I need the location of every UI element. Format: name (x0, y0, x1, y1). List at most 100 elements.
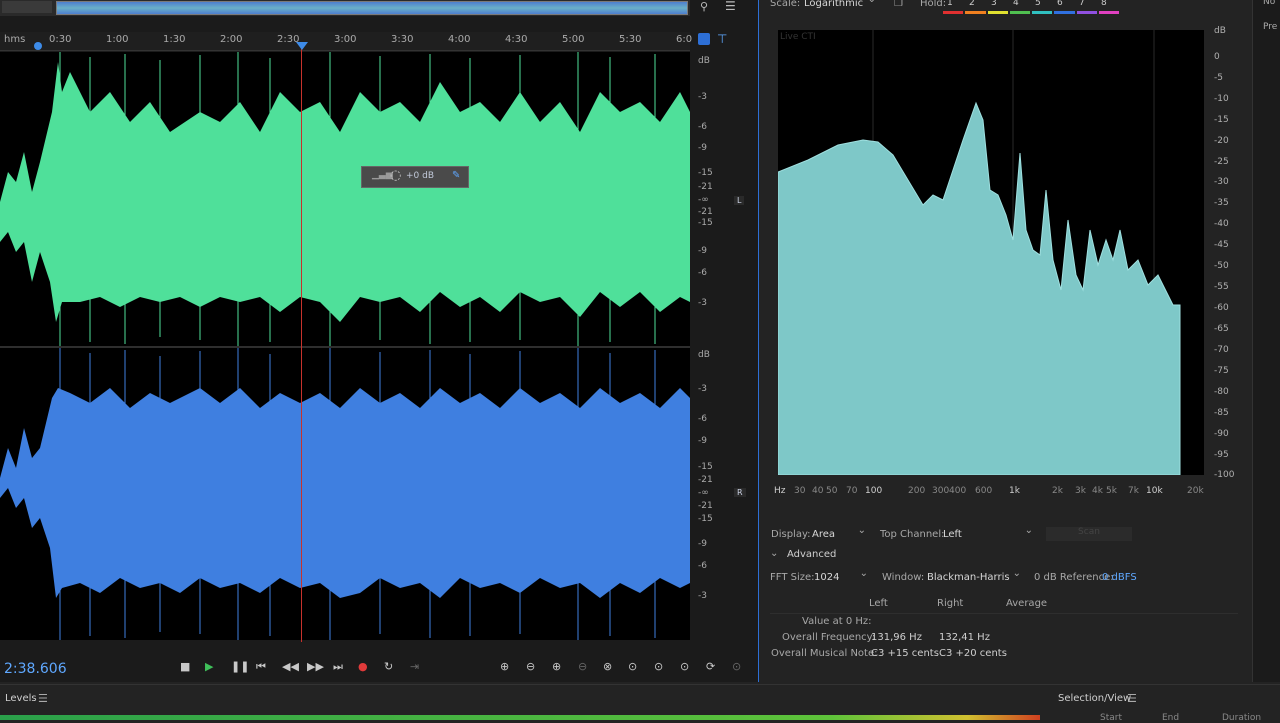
hold-slot-1[interactable]: 1 (947, 0, 953, 8)
pin-icon[interactable]: ⊤ (717, 32, 727, 46)
ruler-tick: 3:30 (391, 34, 414, 45)
zoom-full-icon[interactable]: ⊗ (603, 660, 612, 673)
hold-slot-5[interactable]: 5 (1035, 0, 1041, 8)
overview-left-handle[interactable] (2, 1, 52, 13)
db-unit-label: dB (698, 350, 710, 360)
zoom-reset-icon[interactable]: ⟳ (706, 660, 715, 673)
rewind-icon[interactable]: ◀◀ (282, 660, 299, 673)
zoom-out-point-icon[interactable]: ⊙ (654, 660, 663, 673)
x-tick: 5k (1106, 486, 1117, 496)
y-tick: -95 (1214, 450, 1229, 460)
value-at-zero-label: Value at 0 Hz: (802, 616, 872, 627)
db-tick: -9 (698, 539, 707, 549)
snap-icon[interactable] (698, 33, 710, 45)
fft-size-dropdown[interactable]: 1024 (814, 568, 868, 583)
db-tick: -21 (698, 207, 713, 217)
x-tick: 50 (826, 486, 838, 496)
zoom-out-amplitude-icon[interactable]: ⊖ (526, 660, 535, 673)
db-tick: -15 (698, 168, 713, 178)
display-dropdown[interactable]: Area (812, 525, 866, 540)
ruler-tick: 1:30 (163, 34, 186, 45)
y-tick: -75 (1214, 366, 1229, 376)
playhead-handle[interactable] (296, 42, 308, 50)
ruler-tick: 5:00 (562, 34, 585, 45)
db-reference-value[interactable]: 0 dBFS (1102, 572, 1137, 583)
gain-hud[interactable]: ▁▃▅ ◌ +0 dB ✎ (361, 166, 469, 188)
zoom-in-time-icon[interactable]: ⊕ (552, 660, 561, 673)
hold-slot-2[interactable]: 2 (969, 0, 975, 8)
skip-back-icon[interactable]: ⏮ (256, 660, 266, 674)
playhead-line[interactable] (301, 44, 302, 642)
zoom-in-point-icon[interactable]: ⊙ (628, 660, 637, 673)
selection-view-tab[interactable]: Selection/View (1058, 693, 1131, 704)
hold-slot-6[interactable]: 6 (1057, 0, 1063, 8)
levels-tab[interactable]: Levels (5, 693, 37, 704)
right-channel-waveform[interactable] (0, 348, 690, 640)
skip-forward-icon[interactable]: ⏭ (333, 660, 343, 674)
hold-color-7 (1076, 11, 1097, 14)
scan-button[interactable]: Scan (1046, 527, 1132, 541)
db-tick: -9 (698, 143, 707, 153)
top-channel-label: Top Channel: (880, 529, 945, 540)
column-left-header: Left (869, 598, 888, 609)
zoom-selection-icon[interactable]: ⊙ (680, 660, 689, 673)
db-unit-label: dB (698, 56, 710, 66)
selection-menu-icon[interactable]: ☰ (1127, 692, 1137, 705)
y-tick: -55 (1214, 282, 1229, 292)
hold-color-1 (943, 11, 964, 14)
ruler-tick: 6:0 (676, 34, 693, 45)
spectrum-x-axis: Hz 30 40 50 70 100 200 300 400 600 1k 2k… (772, 486, 1212, 500)
hold-slot-3[interactable]: 3 (991, 0, 997, 8)
loop-marker[interactable] (34, 42, 42, 50)
gain-knob-icon[interactable]: ◌ (390, 168, 401, 183)
side-panel: No Pre (1252, 0, 1280, 682)
play-icon[interactable]: ▶ (205, 660, 213, 673)
y-tick: -85 (1214, 408, 1229, 418)
spectrum-graph[interactable]: Live CTI (777, 30, 1204, 476)
hold-slot-4[interactable]: 4 (1013, 0, 1019, 8)
db-tick: -3 (698, 384, 707, 394)
db-tick: -6 (698, 268, 707, 278)
hold-slot-8[interactable]: 8 (1101, 0, 1107, 8)
top-channel-dropdown[interactable]: Left (943, 525, 1033, 540)
left-channel-badge[interactable]: L (734, 196, 745, 205)
loop-icon[interactable]: ↻ (384, 660, 393, 673)
overview-bar[interactable]: ⚲ ☰ (0, 0, 736, 16)
record-icon[interactable]: ● (358, 660, 368, 673)
overview-waveform[interactable] (56, 1, 688, 15)
column-right-header: Right (937, 598, 964, 609)
hold-color-3 (987, 11, 1008, 14)
time-ruler[interactable]: hms 0:30 1:00 1:30 2:00 2:30 3:00 3:30 4… (0, 32, 727, 51)
pin-hud-icon[interactable]: ✎ (452, 170, 460, 181)
right-channel-badge[interactable]: R (734, 488, 746, 497)
hold-slot-7[interactable]: 7 (1079, 0, 1085, 8)
advanced-toggle[interactable]: Advanced (787, 549, 836, 560)
note-right-value: C3 +20 cents (939, 648, 1007, 659)
zoom-navigator-icon[interactable]: ⚲ (700, 0, 708, 13)
ruler-tick: 2:00 (220, 34, 243, 45)
save-snapshot-icon[interactable]: ❐ (894, 0, 903, 9)
zoom-in-amplitude-icon[interactable]: ⊕ (500, 660, 509, 673)
window-label: Window: (882, 572, 925, 583)
x-tick: 300 (932, 486, 950, 496)
right-waveform-graphic (0, 348, 690, 640)
display-label: Display: (771, 529, 811, 540)
db-tick: -9 (698, 246, 707, 256)
hold-color-4 (1009, 11, 1030, 14)
zoom-disabled-icon[interactable]: ⊙ (732, 660, 741, 673)
zoom-out-time-icon[interactable]: ⊖ (578, 660, 587, 673)
advanced-chevron-icon[interactable]: ⌄ (770, 548, 778, 559)
stop-icon[interactable]: ■ (180, 660, 190, 673)
window-dropdown[interactable]: Blackman-Harris (927, 568, 1021, 583)
y-tick: -60 (1214, 303, 1229, 313)
pause-icon[interactable]: ❚❚ (231, 660, 249, 673)
levels-menu-icon[interactable]: ☰ (38, 692, 48, 705)
timecode-display[interactable]: 2:38.606 (4, 661, 67, 677)
ruler-tick: 0:30 (49, 34, 72, 45)
scale-dropdown[interactable]: Logarithmic (804, 0, 876, 9)
menu-icon[interactable]: ☰ (725, 0, 736, 13)
fast-forward-icon[interactable]: ▶▶ (307, 660, 324, 673)
skip-selection-icon[interactable]: ⇥ (410, 660, 419, 673)
frequency-right-value: 132,41 Hz (939, 632, 990, 643)
left-channel-waveform[interactable] (0, 52, 690, 346)
